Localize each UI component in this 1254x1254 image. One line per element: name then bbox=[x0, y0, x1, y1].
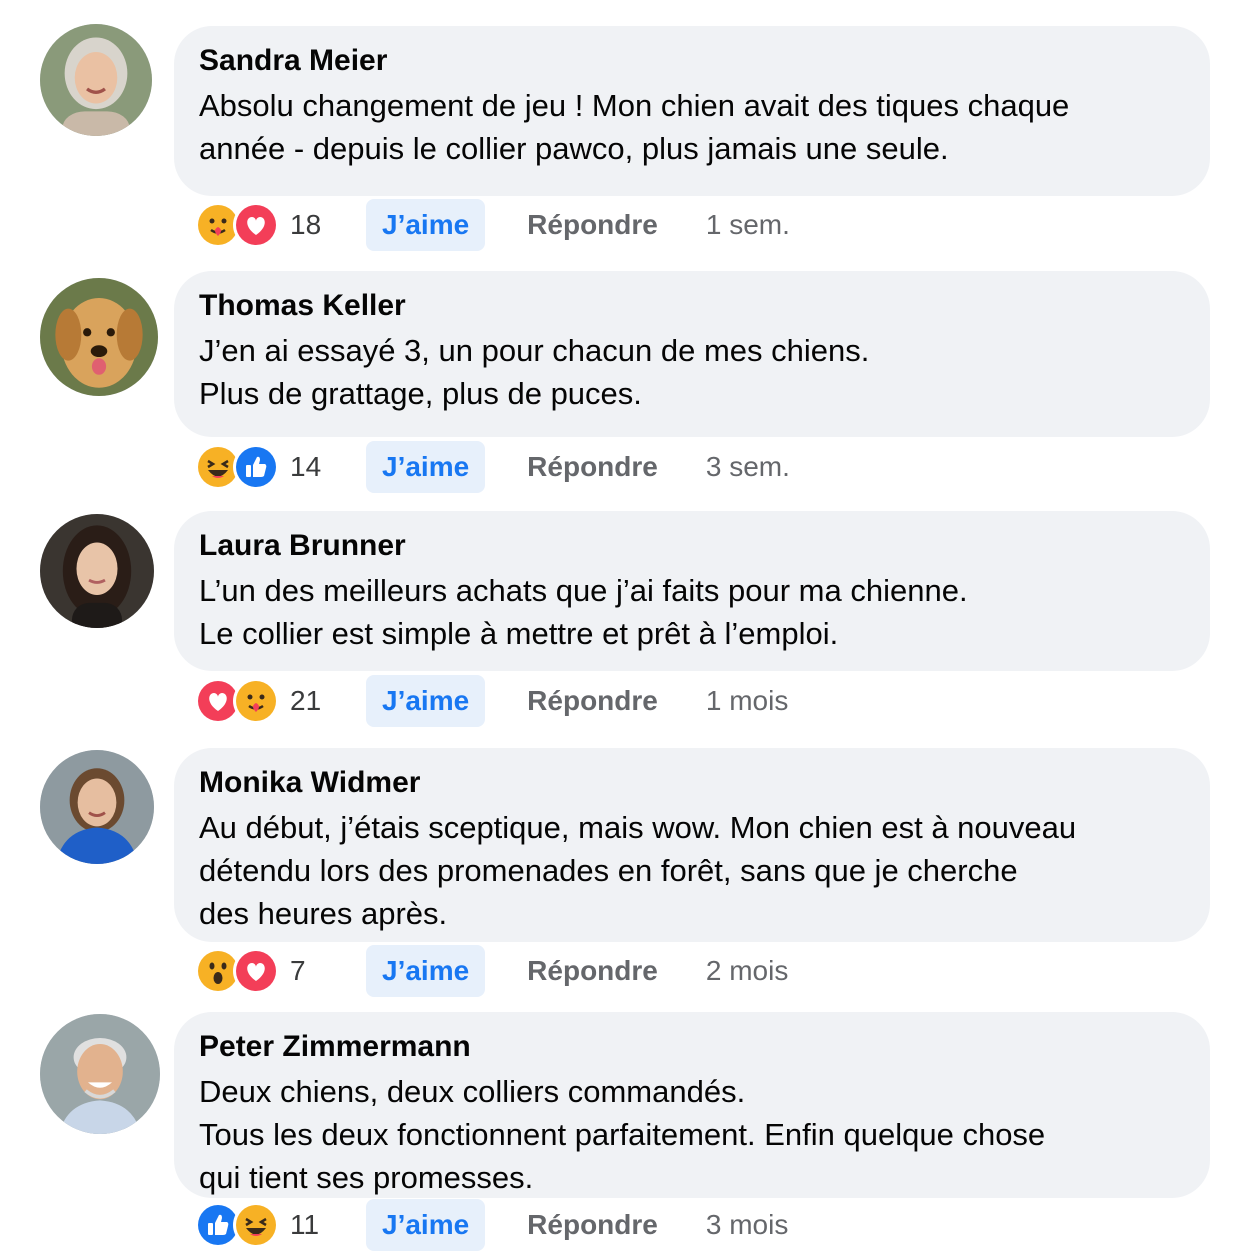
like-reaction-icon bbox=[198, 1205, 238, 1245]
reaction-icons[interactable] bbox=[198, 951, 276, 991]
hug-reaction-icon bbox=[236, 681, 276, 721]
reaction-icons[interactable] bbox=[198, 205, 276, 245]
haha-reaction-icon bbox=[198, 447, 238, 487]
like-reaction-icon bbox=[236, 447, 276, 487]
reaction-icons[interactable] bbox=[198, 681, 276, 721]
comment-timestamp[interactable]: 2 mois bbox=[706, 955, 788, 987]
like-button[interactable]: J’aime bbox=[366, 945, 486, 997]
like-button[interactable]: J’aime bbox=[366, 441, 486, 493]
comment-bubble: Thomas Keller J’en ai essayé 3, un pour … bbox=[174, 271, 1210, 437]
like-button[interactable]: J’aime bbox=[366, 199, 486, 251]
avatar-peter-zimmermann[interactable] bbox=[40, 1014, 160, 1134]
reply-button[interactable]: Répondre bbox=[527, 209, 658, 241]
love-reaction-icon bbox=[236, 205, 276, 245]
comment-actions: 7 J’aime Répondre 2 mois bbox=[198, 944, 788, 998]
reaction-icons[interactable] bbox=[198, 1205, 276, 1245]
love-reaction-icon bbox=[198, 681, 238, 721]
comment-author[interactable]: Sandra Meier bbox=[199, 44, 1185, 78]
wow-reaction-icon bbox=[198, 951, 238, 991]
reaction-icons[interactable] bbox=[198, 447, 276, 487]
comment-timestamp[interactable]: 1 sem. bbox=[706, 209, 790, 241]
comment-timestamp[interactable]: 3 sem. bbox=[706, 451, 790, 483]
comment-bubble: Sandra Meier Absolu changement de jeu ! … bbox=[174, 26, 1210, 196]
comment-author[interactable]: Thomas Keller bbox=[199, 289, 1185, 323]
comment-text: J’en ai essayé 3, un pour chacun de mes … bbox=[199, 333, 870, 411]
like-button[interactable]: J’aime bbox=[366, 675, 486, 727]
comment-text: L’un des meilleurs achats que j’ai faits… bbox=[199, 573, 968, 651]
reaction-count[interactable]: 14 bbox=[290, 451, 330, 483]
love-reaction-icon bbox=[236, 951, 276, 991]
comment-actions: 18 J’aime Répondre 1 sem. bbox=[198, 198, 790, 252]
like-button[interactable]: J’aime bbox=[366, 1199, 486, 1251]
comment-actions: 14 J’aime Répondre 3 sem. bbox=[198, 440, 790, 494]
reply-button[interactable]: Répondre bbox=[527, 685, 658, 717]
comment-bubble: Monika Widmer Au début, j’étais sceptiqu… bbox=[174, 748, 1210, 942]
avatar-laura-brunner[interactable] bbox=[40, 514, 154, 628]
comment-author[interactable]: Peter Zimmermann bbox=[199, 1030, 1185, 1064]
comment-author[interactable]: Monika Widmer bbox=[199, 766, 1185, 800]
reaction-count[interactable]: 7 bbox=[290, 955, 330, 987]
comment-text: Absolu changement de jeu ! Mon chien ava… bbox=[199, 88, 1070, 166]
reply-button[interactable]: Répondre bbox=[527, 955, 658, 987]
hug-reaction-icon bbox=[198, 205, 238, 245]
reply-button[interactable]: Répondre bbox=[527, 451, 658, 483]
avatar-sandra-meier[interactable] bbox=[40, 24, 152, 136]
reaction-count[interactable]: 21 bbox=[290, 685, 330, 717]
comment-bubble: Laura Brunner L’un des meilleurs achats … bbox=[174, 511, 1210, 671]
comment-timestamp[interactable]: 1 mois bbox=[706, 685, 788, 717]
comment-bubble: Peter Zimmermann Deux chiens, deux colli… bbox=[174, 1012, 1210, 1198]
reaction-count[interactable]: 11 bbox=[290, 1209, 330, 1241]
comment-author[interactable]: Laura Brunner bbox=[199, 529, 1185, 563]
avatar-thomas-keller[interactable] bbox=[40, 278, 158, 396]
comment-actions: 11 J’aime Répondre 3 mois bbox=[198, 1198, 788, 1252]
comment-text: Deux chiens, deux colliers commandés. To… bbox=[199, 1074, 1046, 1195]
comment-actions: 21 J’aime Répondre 1 mois bbox=[198, 674, 788, 728]
comment-text: Au début, j’étais sceptique, mais wow. M… bbox=[199, 810, 1077, 931]
reaction-count[interactable]: 18 bbox=[290, 209, 330, 241]
reply-button[interactable]: Répondre bbox=[527, 1209, 658, 1241]
haha-reaction-icon bbox=[236, 1205, 276, 1245]
avatar-monika-widmer[interactable] bbox=[40, 750, 154, 864]
comment-timestamp[interactable]: 3 mois bbox=[706, 1209, 788, 1241]
